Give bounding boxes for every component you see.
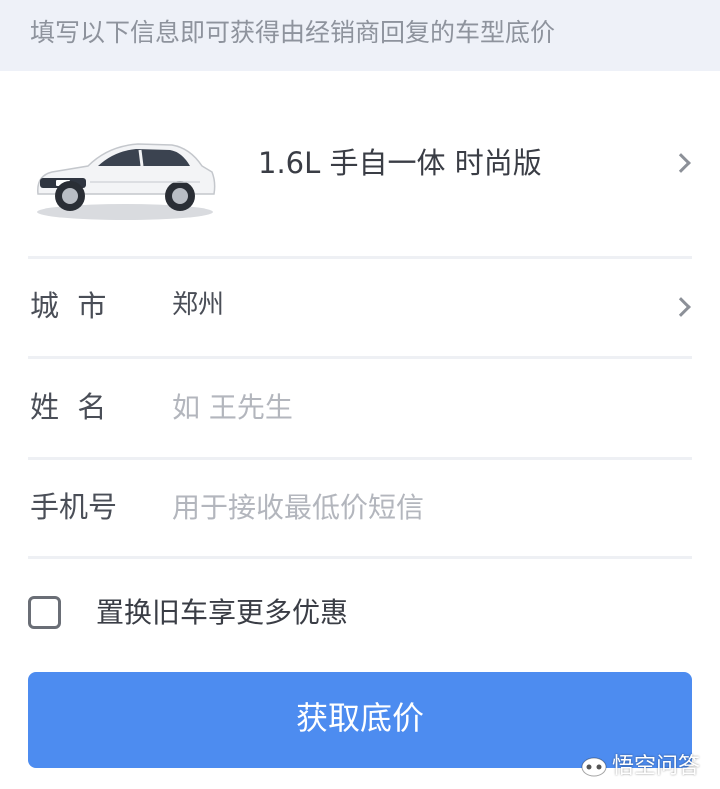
divider (28, 556, 692, 559)
city-label: 城 市 (30, 289, 107, 323)
watermark-text: 悟空问答 (612, 754, 701, 779)
divider (28, 356, 692, 359)
car-model-label: 1.6L 手自一体 时尚版 (258, 146, 542, 180)
divider (28, 457, 692, 460)
wukong-logo-icon (581, 757, 607, 777)
phone-label: 手机号 (30, 490, 118, 524)
name-label: 姓 名 (30, 390, 107, 424)
phone-input[interactable] (172, 485, 652, 529)
trade-in-checkbox[interactable] (28, 596, 61, 629)
car-model-selector[interactable]: 1.6L 手自一体 时尚版 (0, 110, 720, 255)
info-banner: 填写以下信息即可获得由经销商回复的车型底价 (0, 0, 720, 71)
divider (28, 256, 692, 259)
car-image (37, 143, 216, 220)
chevron-right-icon (671, 297, 691, 317)
city-value: 郑州 (172, 290, 225, 320)
banner-text: 填写以下信息即可获得由经销商回复的车型底价 (30, 18, 556, 47)
chevron-right-icon (671, 153, 691, 173)
trade-in-label[interactable]: 置换旧车享更多优惠 (96, 594, 348, 632)
name-input[interactable] (172, 385, 652, 429)
wukong-watermark: 悟空问答 (578, 752, 718, 782)
